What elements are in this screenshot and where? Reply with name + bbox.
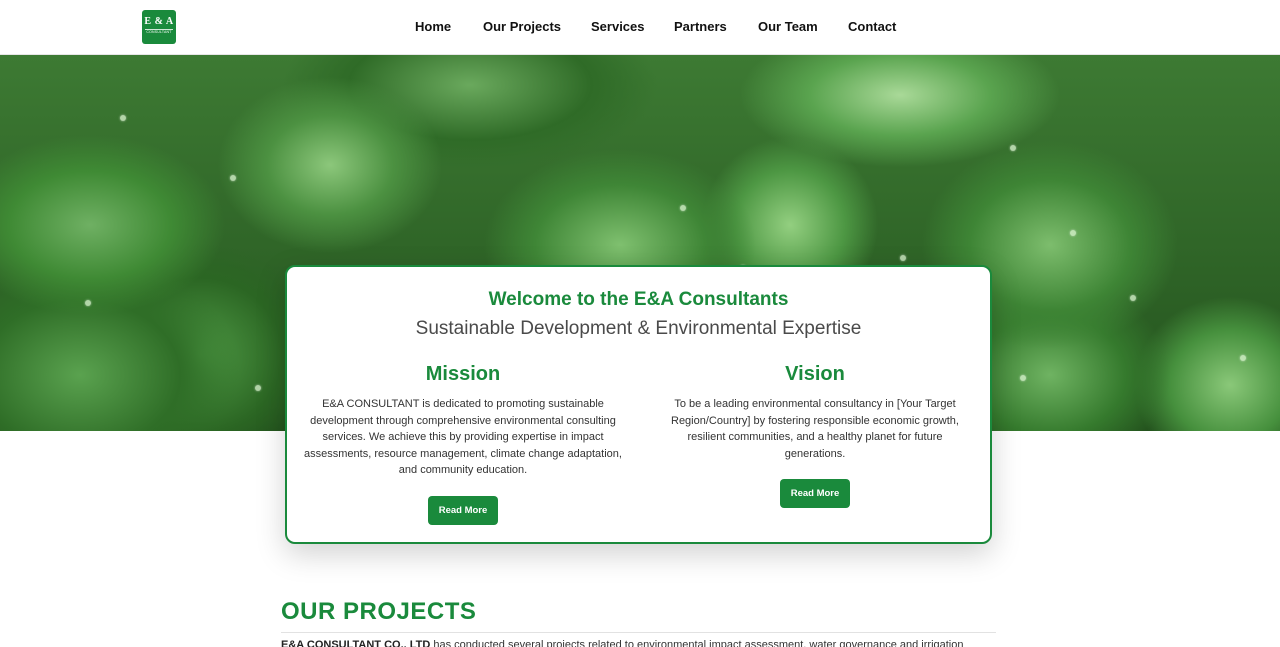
water-droplet (1240, 355, 1246, 361)
water-droplet (255, 385, 261, 391)
water-droplet (120, 115, 126, 121)
water-droplet (85, 300, 91, 306)
water-droplet (1020, 375, 1026, 381)
nav-our-team[interactable]: Our Team (758, 19, 818, 34)
nav-partners[interactable]: Partners (674, 19, 727, 34)
mission-section: Mission E&A CONSULTANT is dedicated to p… (301, 363, 625, 525)
site-header: E & A CONSULTANT Home Our Projects Servi… (0, 0, 1280, 55)
welcome-title: Welcome to the E&A Consultants (488, 289, 789, 310)
water-droplet (900, 255, 906, 261)
water-droplet (230, 175, 236, 181)
water-droplet (1130, 295, 1136, 301)
company-name: E&A CONSULTANT CO., LTD (281, 639, 431, 647)
main-nav: Home Our Projects Services Partners Our … (0, 19, 1280, 37)
water-droplet (680, 205, 686, 211)
nav-our-projects[interactable]: Our Projects (483, 19, 561, 34)
welcome-subtitle: Sustainable Development & Environmental … (415, 318, 862, 339)
vision-text: To be a leading environmental consultanc… (671, 398, 959, 460)
nav-contact[interactable]: Contact (848, 19, 896, 34)
vision-read-more-button[interactable]: Read More (779, 479, 851, 508)
mission-text: E&A CONSULTANT is dedicated to promoting… (304, 398, 622, 476)
projects-intro: E&A CONSULTANT CO., LTD has conducted se… (281, 639, 996, 647)
mission-read-more-button[interactable]: Read More (427, 495, 499, 525)
divider (281, 632, 996, 633)
nav-home[interactable]: Home (415, 19, 451, 34)
mission-heading: Mission (425, 363, 501, 385)
water-droplet (1010, 145, 1016, 151)
nav-services[interactable]: Services (591, 19, 645, 34)
water-droplet (1070, 230, 1076, 236)
welcome-card: Welcome to the E&A Consultants Sustainab… (285, 265, 992, 544)
vision-heading: Vision (785, 363, 845, 385)
vision-section: Vision To be a leading environmental con… (657, 363, 973, 508)
projects-heading: OUR PROJECTS (281, 598, 477, 625)
projects-intro-text: has conducted several projects related t… (430, 639, 964, 647)
